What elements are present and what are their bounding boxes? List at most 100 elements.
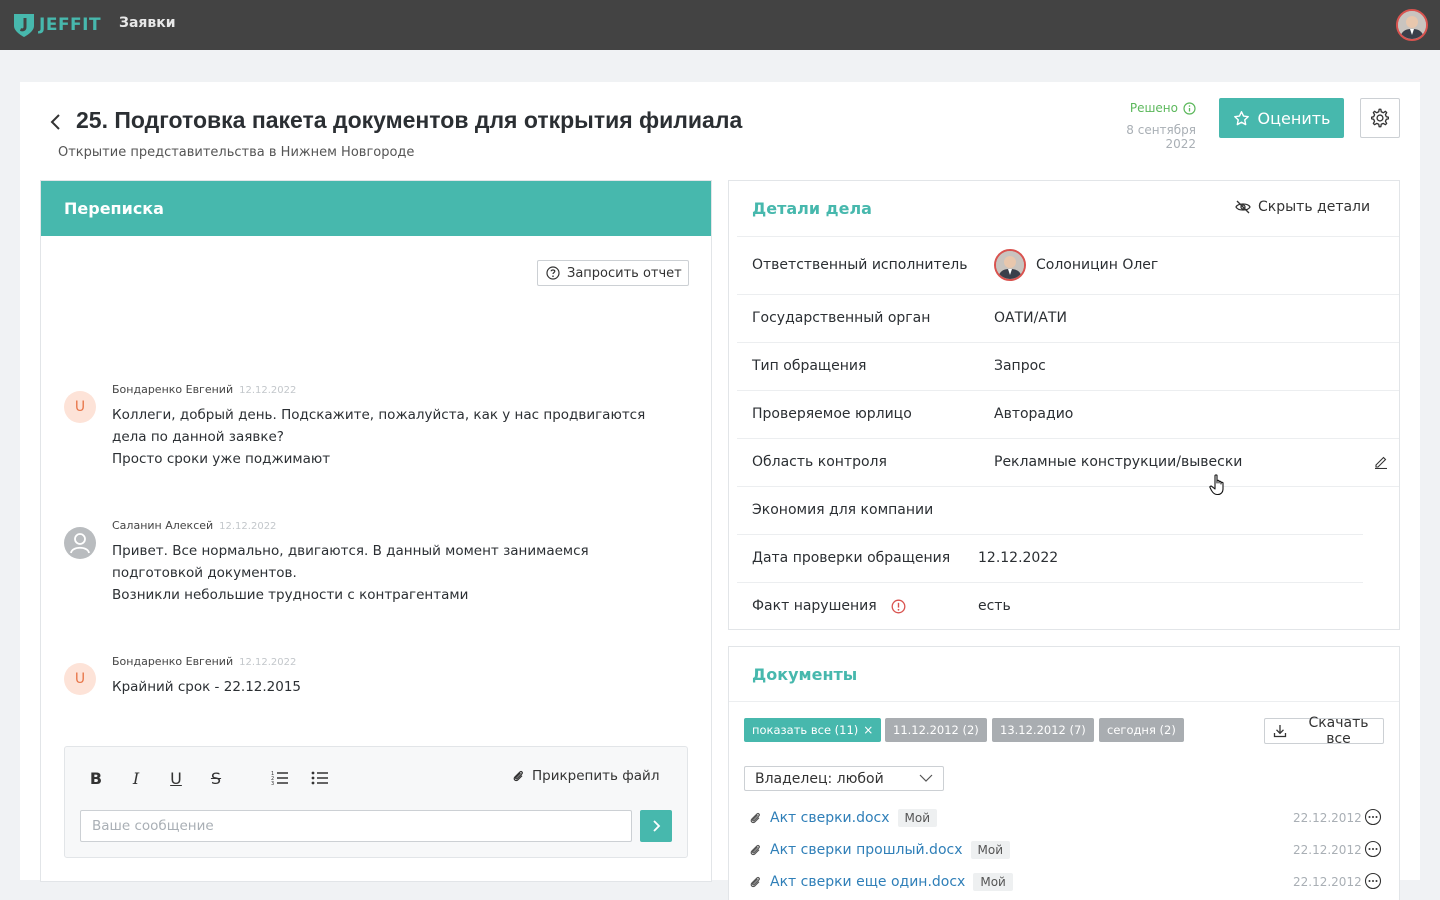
avatar [994,249,1026,281]
filter-chip-date[interactable]: 13.12.2012 (7) [992,718,1094,742]
bullet-list-icon [311,771,328,785]
hide-details-label: Скрыть детали [1258,199,1371,215]
message-text: Крайний срок - 22.12.2015 [112,676,652,698]
ordered-list-button[interactable]: 1 2 3 [269,767,291,789]
detail-row-savings: Экономия для компании [737,486,1399,534]
ordered-list-icon: 1 2 3 [271,771,288,786]
filter-chip-all[interactable]: показать все (11) × [744,718,882,742]
message-line: Коллеги, добрый день. Подскажите, пожалу… [112,407,646,423]
back-arrow-icon[interactable] [46,112,66,132]
send-button[interactable] [640,810,672,842]
message-meta: Бондаренко Евгений 12.12.2022 [112,655,296,668]
detail-row-control-area: Область контроля Рекламные конструкции/в… [737,438,1399,486]
brand-logo[interactable]: JEFFIT [12,11,101,39]
user-avatar[interactable] [1396,9,1428,41]
page-title: 25. Подготовка пакета документов для отк… [76,107,743,133]
message-line: Просто сроки уже поджимают [112,451,331,467]
more-options-icon[interactable] [1364,840,1382,858]
detail-row-violation: Факт нарушения есть [737,582,1363,630]
underline-button[interactable]: U [165,767,187,789]
close-icon[interactable]: × [863,723,873,737]
detail-label: Область контроля [752,454,887,470]
message-text: Коллеги, добрый день. Подскажите, пожалу… [112,404,652,470]
more-options-icon[interactable] [1364,872,1382,890]
message-line: Возникли небольшие трудности с контраген… [112,587,469,603]
attach-file-label: Прикрепить файл [532,768,660,784]
document-name: Акт сверки еще один.docx [770,874,966,890]
detail-value: ОАТИ/АТИ [994,310,1067,326]
detail-label: Ответственный исполнитель [752,257,968,273]
documents-title: Документы [752,665,858,684]
detail-value: Запрос [994,358,1046,374]
nav-link-requests[interactable]: Заявки [119,15,176,31]
detail-label: Государственный орган [752,310,931,326]
paperclip-icon [750,812,760,824]
star-icon [1233,110,1249,125]
info-icon [1183,101,1196,115]
eye-off-icon [1235,200,1251,214]
document-date: 22.12.2012 [1293,811,1362,825]
detail-row-check-date: Дата проверки обращения 12.12.2022 [737,534,1363,582]
download-all-button[interactable]: Скачать все [1264,715,1384,747]
pencil-icon[interactable] [1374,455,1388,469]
details-title: Детали дела [752,199,872,218]
divider [729,701,1399,702]
avatar [64,527,96,559]
attach-file-button[interactable]: Прикрепить файл [511,768,659,784]
status-badge: Решено [1130,101,1196,115]
top-bar: JEFFIT Заявки [0,0,1440,50]
question-icon [546,266,560,280]
message-meta: Саланин Алексей 12.12.2022 [112,519,276,532]
italic-button[interactable]: I [125,767,147,789]
status-date: 8 сентября 2022 [1126,123,1196,151]
logo-shield-icon [14,14,34,37]
document-name: Акт сверки прошлый.docx [770,842,963,858]
document-date: 22.12.2012 [1293,843,1362,857]
owner-filter-value: Владелец: любой [755,770,884,787]
default-user-icon [70,533,90,554]
detail-value: 12.12.2022 [978,550,1059,566]
owner-filter-select[interactable]: Владелец: любой [744,766,944,791]
bold-button[interactable]: B [85,767,107,789]
detail-label-text: Факт нарушения [752,598,877,614]
document-link[interactable]: Акт сверки еще один.docx Мой [770,873,1013,891]
hide-details-button[interactable]: Скрыть детали [1235,199,1370,215]
detail-label: Факт нарушения [752,598,906,614]
svg-text:3: 3 [271,781,274,786]
detail-row-responsible: Ответственный исполнитель Солоницин Олег [737,236,1399,294]
detail-value: Авторадио [994,406,1074,422]
message-date: 12.12.2022 [219,521,277,532]
request-report-button[interactable]: Запросить отчет [537,260,689,286]
owner-tag: Мой [973,873,1013,891]
filter-chip-date[interactable]: 11.12.2012 (2) [885,718,987,742]
download-all-label: Скачать все [1308,715,1369,747]
responsible-person[interactable]: Солоницин Олег [994,249,1158,281]
message-date: 12.12.2022 [239,385,297,396]
rate-button[interactable]: Оценить [1219,98,1344,138]
document-link[interactable]: Акт сверки.docx Мой [770,809,938,827]
status-label: Решено [1129,101,1178,115]
more-options-icon[interactable] [1364,808,1382,826]
paperclip-icon [750,876,760,888]
user-photo [1398,11,1426,39]
paperclip-icon [750,844,760,856]
avatar: U [64,391,96,423]
strikethrough-button[interactable]: S [205,767,227,789]
settings-button[interactable] [1360,98,1400,138]
document-link[interactable]: Акт сверки прошлый.docx Мой [770,841,1010,859]
message-meta: Бондаренко Евгений 12.12.2022 [112,383,296,396]
hand-cursor-icon [1209,474,1224,496]
detail-value: есть [978,598,1011,614]
message-input[interactable] [80,810,632,842]
message-line: Крайний срок - 22.12.2015 [112,679,302,695]
document-name: Акт сверки.docx [770,810,890,826]
chat-header: Переписка [41,181,711,236]
detail-value: Солоницин Олег [1036,257,1159,273]
filter-chip-today[interactable]: сегодня (2) [1099,718,1184,742]
chat-panel: Переписка Запросить отчет U Бондаренко Е… [40,180,712,882]
detail-label: Дата проверки обращения [752,550,951,566]
message-line: дела по данной заявке? [112,429,284,445]
person-photo [996,251,1024,279]
owner-tag: Мой [897,809,938,827]
bullet-list-button[interactable] [309,767,331,789]
